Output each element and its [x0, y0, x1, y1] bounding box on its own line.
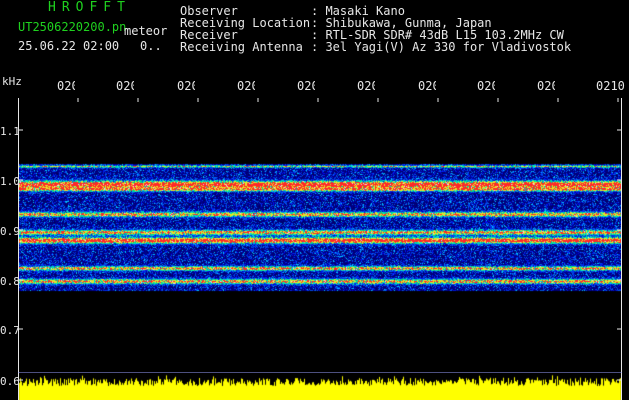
- info-antenna-label: Receiving Antenna: [180, 40, 303, 54]
- x-tick-label: 020: [237, 80, 255, 92]
- y-tick-label: 0.6: [0, 375, 20, 388]
- x-tick-marks: [77, 98, 619, 102]
- plot-frame: [18, 98, 622, 400]
- y-tick-label: 0.9: [0, 225, 20, 238]
- y-tick-label: 1.0: [0, 175, 20, 188]
- x-axis-unit: kHz: [2, 75, 22, 88]
- x-tick-label: 020: [357, 80, 375, 92]
- y-tick-label: 1.1: [0, 125, 20, 138]
- x-tick-label: 020: [116, 80, 134, 92]
- kind-tag: meteor: [124, 24, 168, 38]
- y-tick-marks: [18, 129, 622, 381]
- x-tick-label: 020: [477, 80, 495, 92]
- y-tick-label: 0.7: [0, 324, 20, 337]
- y-tick-label: 0.8: [0, 275, 20, 288]
- x-tick-label: 020: [418, 80, 436, 92]
- info-antenna-value: : 3el Yagi(V) Az 330 for Vladivostok: [311, 40, 572, 54]
- x-tick-label: 020: [537, 80, 555, 92]
- x-tick-label: 020: [177, 80, 195, 92]
- datetime: 25.06.22 02:00: [18, 39, 120, 53]
- x-tick-label: 0210: [596, 80, 625, 92]
- status-flag: 0..: [140, 39, 162, 53]
- x-tick-label: 020: [57, 80, 75, 92]
- x-tick-label: 020: [297, 80, 315, 92]
- app-title: HROFFT: [48, 0, 131, 15]
- file-name: UT2506220200.pn: [18, 20, 127, 34]
